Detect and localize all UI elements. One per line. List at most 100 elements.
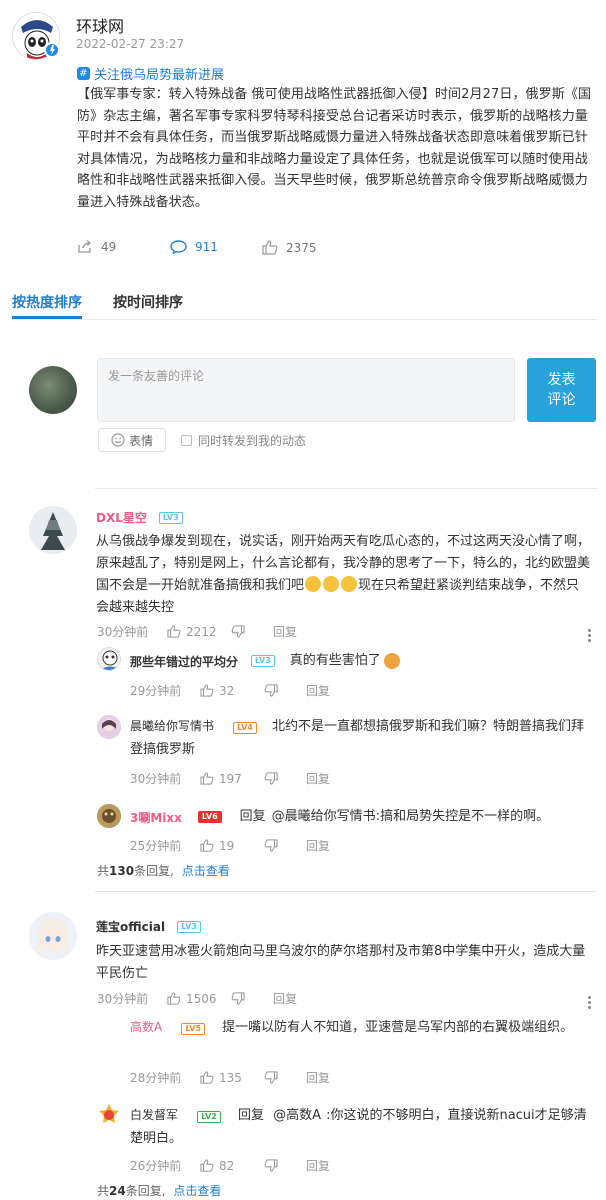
reply-username[interactable]: 晨曦给你写情书 [130, 719, 214, 733]
dislike-button[interactable] [231, 992, 273, 1005]
checkbox-icon[interactable] [181, 435, 192, 446]
comment-button[interactable]: 911 [170, 240, 218, 254]
emoji-icon [323, 576, 340, 592]
reply-button[interactable]: 回复 [306, 682, 330, 699]
level-badge: LV3 [158, 511, 183, 524]
author-name[interactable]: 环球网 [76, 13, 124, 37]
thumbs-up-icon [167, 992, 181, 1005]
reply-summary: 共130条回复, 点击查看 [97, 862, 230, 879]
more-options-icon[interactable] [588, 629, 592, 642]
level-badge: LV5 [181, 1023, 206, 1035]
comment-meta: 30分钟前 2212 回复 [97, 623, 297, 640]
reply-avatar[interactable] [97, 1013, 121, 1037]
reply-meta: 25分钟前 19 回复 [130, 837, 330, 854]
reply-button[interactable]: 回复 [306, 1157, 330, 1174]
reply-like-count: 197 [219, 771, 242, 786]
reply-button[interactable]: 回复 [306, 770, 330, 787]
comment-username[interactable]: DXL星空 [96, 509, 147, 526]
tab-hot[interactable]: 按热度排序 [12, 292, 82, 312]
summary-suffix: 条回复, [125, 1184, 166, 1198]
verified-icon [44, 42, 60, 58]
dislike-button[interactable] [264, 684, 306, 697]
reply-button[interactable]: 回复 [273, 623, 297, 640]
comment-like-button[interactable]: 1506 [167, 992, 231, 1006]
repost-icon [78, 240, 92, 253]
reply-username[interactable]: 3唰Mixx [130, 809, 182, 826]
send-label-2: 评论 [547, 392, 576, 408]
mention-link[interactable]: @高数A [273, 1108, 321, 1123]
reply-body: 高数A LV5 提一嘴以防有人不知道，亚速营是乌军内部的右翼极端组织。 [130, 1016, 596, 1039]
thumbs-up-icon [200, 1071, 214, 1084]
reply-meta: 26分钟前 82 回复 [130, 1157, 330, 1174]
reply-like-button[interactable]: 197 [200, 772, 264, 786]
repost-count: 49 [101, 240, 117, 254]
emoji-button[interactable]: 表情 [98, 428, 166, 452]
reply-like-button[interactable]: 32 [200, 684, 264, 698]
tab-time[interactable]: 按时间排序 [113, 292, 183, 312]
reply-username[interactable]: 高数A [130, 1020, 162, 1034]
repost-button[interactable]: 49 [77, 240, 116, 254]
reply-text: :搞和局势失控是不一样的啊。 [375, 809, 550, 824]
commenter-avatar[interactable] [29, 506, 77, 554]
divider [95, 891, 597, 892]
view-replies-link[interactable]: 点击查看 [182, 864, 230, 878]
dislike-button[interactable] [231, 625, 273, 638]
post-body: 【俄军事专家：转入特殊战备 俄可使用战略性武器抵御入侵】时间2月27日，俄罗斯《… [77, 87, 592, 210]
reply-like-button[interactable]: 19 [200, 839, 264, 853]
tab-active-indicator [12, 316, 82, 319]
reply-meta: 30分钟前 197 回复 [130, 770, 330, 787]
dislike-button[interactable] [264, 839, 306, 852]
reply-text: 真的有些害怕了 [289, 653, 381, 668]
reply-avatar[interactable] [97, 715, 121, 739]
comment-username[interactable]: 莲宝official [96, 918, 165, 935]
comment-text: 昨天亚速营用冰雹火箭炮向马里乌波尔的萨尔塔那村及市第8中学集中开火，造成大量平民… [96, 944, 586, 981]
send-comment-button[interactable]: 发表 评论 [527, 358, 596, 422]
mention-link[interactable]: @晨曦给你写情书 [272, 806, 376, 828]
thumbs-down-icon [264, 772, 278, 785]
thumbs-down-icon [264, 1159, 278, 1172]
dislike-button[interactable] [264, 1071, 306, 1084]
reply-count: 130 [109, 864, 135, 878]
level-badge: LV2 [197, 1111, 221, 1123]
reply-meta: 28分钟前 135 回复 [130, 1069, 330, 1086]
commenter-avatar[interactable] [29, 912, 77, 960]
hashtag-icon: # [77, 67, 90, 80]
reply-button[interactable]: 回复 [306, 837, 330, 854]
thumbs-up-icon [200, 1159, 214, 1172]
reply-time: 25分钟前 [130, 839, 182, 853]
level-badge: LV3 [177, 920, 201, 933]
reply-like-count: 82 [219, 1158, 235, 1173]
emoji-icon [341, 576, 358, 592]
topic-link[interactable]: # 关注俄乌局势最新进展 [77, 64, 224, 83]
reply-username[interactable]: 那些年错过的平均分 [130, 653, 238, 670]
reply-header: 3唰Mixx LV6 回复 @晨曦给你写情书 :搞和局势失控是不一样的啊。 [130, 806, 549, 828]
reply-verb: 回复 [239, 809, 266, 824]
reply-like-button[interactable]: 82 [200, 1159, 264, 1173]
thumbs-up-icon [200, 839, 214, 852]
dislike-button[interactable] [264, 1159, 306, 1172]
dislike-button[interactable] [264, 772, 306, 785]
thumbs-up-icon [167, 625, 181, 638]
reply-avatar[interactable] [97, 804, 121, 828]
reply-button[interactable]: 回复 [273, 990, 297, 1007]
like-button[interactable]: 2375 [262, 240, 317, 255]
view-replies-link[interactable]: 点击查看 [173, 1184, 221, 1198]
comment-text: 从乌俄战争爆发到现在，说实话，刚开始两天有吃瓜心态的，不过这两天没心情了啊，原来… [96, 531, 591, 619]
smiley-icon [111, 433, 125, 447]
more-options-icon[interactable] [588, 996, 592, 1009]
reply-username[interactable]: 白发督军 [130, 1108, 178, 1122]
reply-time: 26分钟前 [130, 1159, 182, 1173]
comment-like-button[interactable]: 2212 [167, 625, 231, 639]
comment-count: 911 [195, 240, 218, 254]
reply-like-button[interactable]: 135 [200, 1071, 264, 1085]
comment-input[interactable]: 发一条友善的评论 [97, 358, 515, 422]
reply-avatar[interactable] [97, 647, 121, 671]
forward-checkbox[interactable]: 同时转发到我的动态 [181, 432, 306, 449]
reply-button[interactable]: 回复 [306, 1069, 330, 1086]
comment-header: 莲宝official LV3 [96, 918, 201, 935]
reply-avatar[interactable] [97, 1102, 121, 1126]
divider [95, 488, 597, 489]
topic-label: 关注俄乌局势最新进展 [94, 68, 225, 83]
summary-prefix: 共 [97, 1184, 110, 1198]
reply-summary: 共24条回复, 点击查看 [97, 1182, 221, 1199]
